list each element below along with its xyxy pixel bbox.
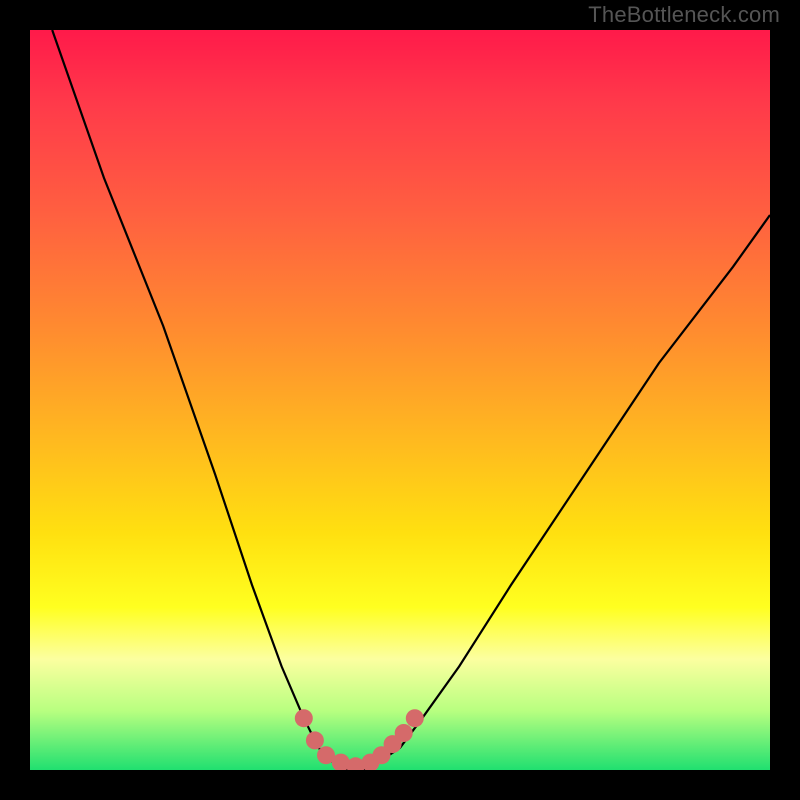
watermark-text: TheBottleneck.com (588, 2, 780, 28)
chart-svg (30, 30, 770, 770)
highlight-dot (395, 724, 413, 742)
bottleneck-curve (52, 30, 770, 770)
highlight-markers (295, 709, 424, 770)
highlight-dot (406, 709, 424, 727)
highlight-dot (306, 731, 324, 749)
plot-area (30, 30, 770, 770)
chart-frame: TheBottleneck.com (0, 0, 800, 800)
highlight-dot (295, 709, 313, 727)
